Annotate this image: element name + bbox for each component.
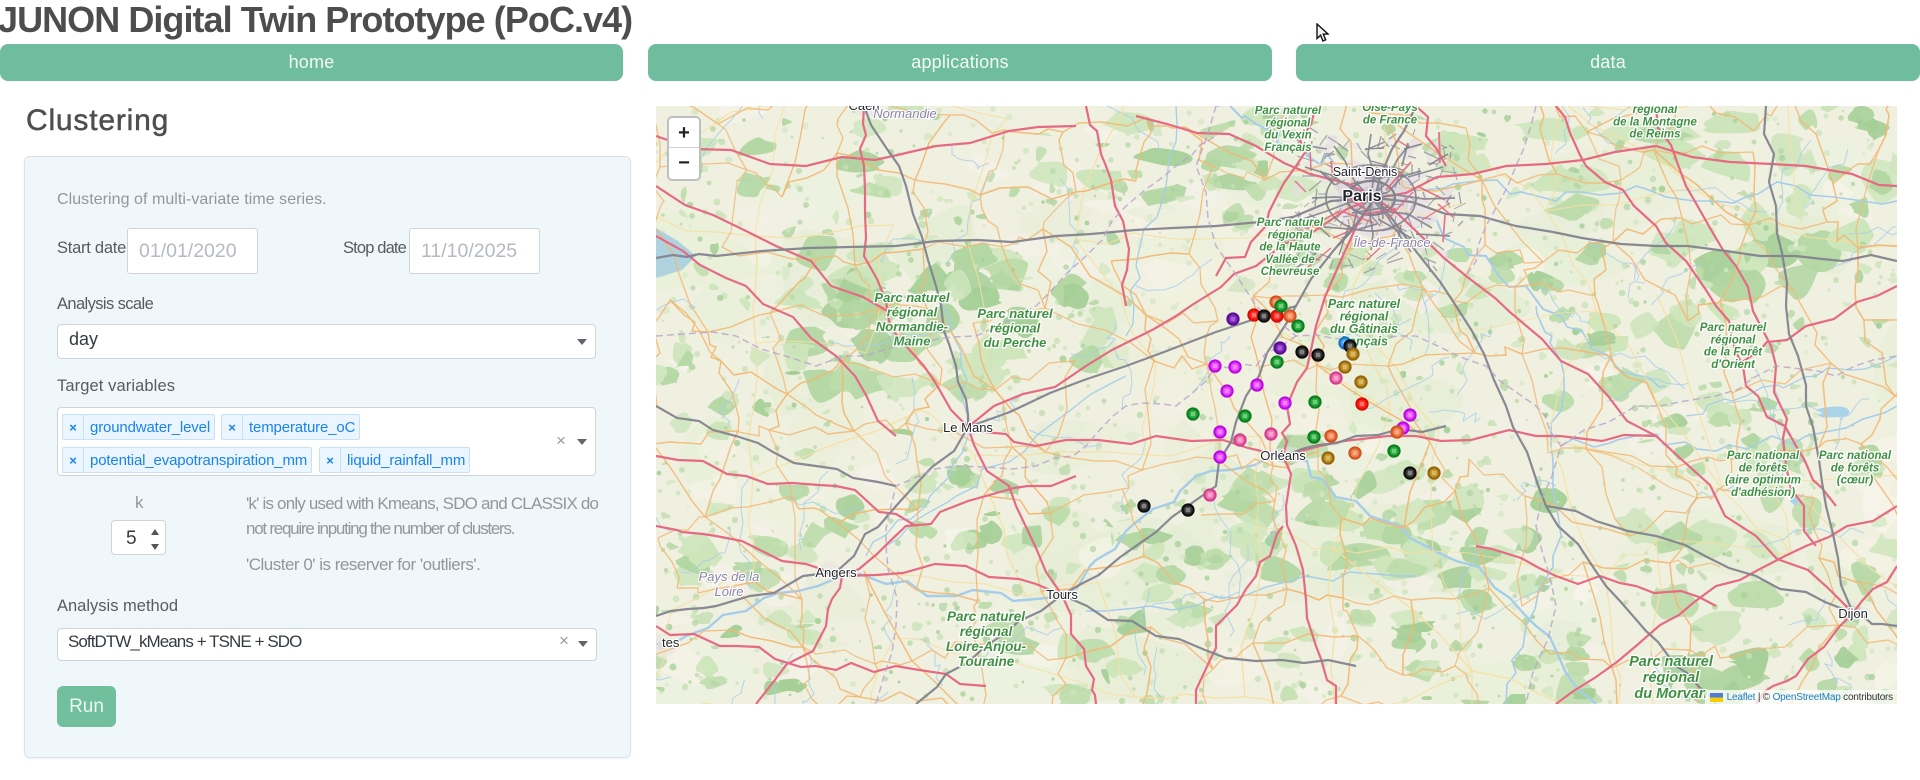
svg-text:Île-de-France: Île-de-France: [1353, 235, 1430, 250]
svg-text:Normandie: Normandie: [873, 106, 937, 121]
svg-text:Saint-Denis: Saint-Denis: [1333, 165, 1398, 179]
svg-text:Angers: Angers: [815, 565, 857, 580]
svg-text:Orléans: Orléans: [1260, 448, 1306, 463]
svg-text:Paris: Paris: [1342, 188, 1381, 205]
svg-text:Dijon: Dijon: [1838, 606, 1868, 621]
svg-text:Tours: Tours: [1046, 587, 1078, 602]
svg-text:Le Mans: Le Mans: [943, 420, 993, 435]
svg-text:tes: tes: [662, 635, 680, 650]
svg-text:Oise-Paysde France: Oise-Paysde France: [1362, 106, 1418, 126]
svg-text:Parc nationalde forêts(aire op: Parc nationalde forêts(aire optimumd'adh…: [1725, 450, 1801, 499]
svg-text:Parc naturelrégionalde la Haut: Parc naturelrégionalde la HauteVallée de…: [1257, 217, 1324, 278]
